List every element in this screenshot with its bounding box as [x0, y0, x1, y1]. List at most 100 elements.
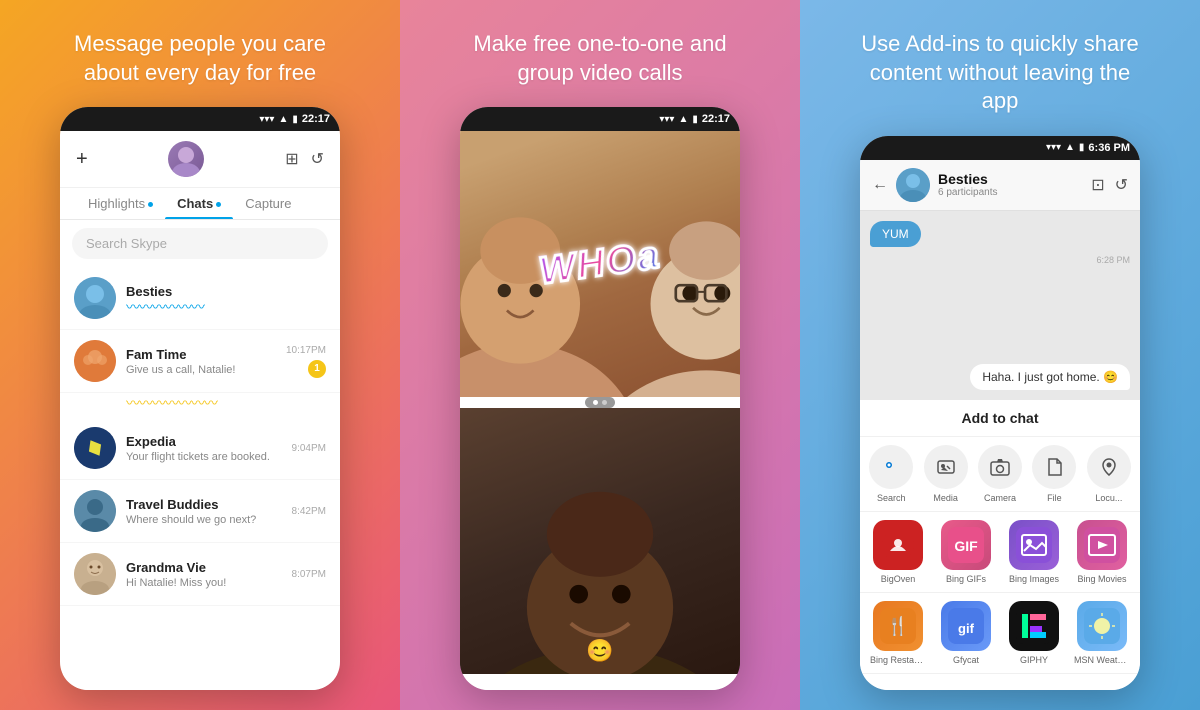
addon-gfycat[interactable]: gif Gfycat [934, 601, 998, 665]
addon-bigoven[interactable]: BigOven [866, 520, 930, 584]
giphy-icon [1009, 601, 1059, 651]
svg-text:🍴: 🍴 [887, 615, 909, 637]
chat-name-expedia: Expedia [126, 434, 282, 449]
chat-badge-famtime: 1 [308, 360, 326, 378]
avatar-grandma [74, 553, 116, 595]
chat-name-travel: Travel Buddies [126, 497, 282, 512]
chat-item-besties[interactable]: Besties 〰〰〰〰〰〰 [60, 267, 340, 330]
panel-video: Make free one-to-one and group video cal… [400, 0, 800, 710]
file-addon-icon [1032, 445, 1076, 489]
chat-list: Besties 〰〰〰〰〰〰 [60, 267, 340, 674]
chat-item-expedia[interactable]: Expedia Your flight tickets are booked. … [60, 417, 340, 480]
chat-wave-besties: 〰〰〰〰〰〰 [126, 301, 316, 313]
chat-info-besties: Besties 〰〰〰〰〰〰 [126, 284, 316, 313]
signal-icon-3: ▾▾▾ [1046, 142, 1061, 153]
chat-item-travel[interactable]: Travel Buddies Where should we go next? … [60, 480, 340, 543]
chat-preview-grandma: Hi Natalie! Miss you! [126, 577, 282, 589]
video-call-icon[interactable]: ⊡ [1091, 175, 1104, 195]
addon-bigoven-label: BigOven [881, 574, 916, 584]
smile-emoji: 😊 [586, 638, 613, 663]
highlights-dot [148, 202, 153, 207]
battery-icon-2: ▮ [692, 114, 698, 125]
video-bottom-person [460, 408, 740, 674]
svg-text:gif: gif [958, 621, 975, 636]
chat-name-grandma: Grandma Vie [126, 560, 282, 575]
call-icon[interactable]: ↺ [311, 149, 324, 169]
image-icon[interactable]: ⊞ [285, 149, 298, 169]
addon-binggifs-label: Bing GIFs [946, 574, 986, 584]
back-button[interactable]: ← [872, 176, 888, 194]
addon-msn[interactable]: MSN Weather [1070, 601, 1134, 665]
addon-restaurant[interactable]: 🍴 Bing Restaura... [866, 601, 930, 665]
addon-media[interactable]: Media [920, 445, 970, 503]
addon-location-label: Locu... [1095, 493, 1122, 503]
signal-icon-2: ▾▾▾ [659, 114, 674, 125]
addon-camera[interactable]: Camera [975, 445, 1025, 503]
phone-2: ▾▾▾ ▲ ▮ 22:17 [460, 107, 740, 690]
tab-capture[interactable]: Capture [233, 188, 303, 219]
chat-preview-famtime: Give us a call, Natalie! [126, 364, 276, 376]
chats-dot [216, 202, 221, 207]
panel-messaging: Message people you care about every day … [0, 0, 400, 710]
status-time-1: 22:17 [302, 113, 330, 125]
chat-title: Besties [938, 171, 1083, 187]
chat-time-famtime: 10:17PM [286, 345, 326, 356]
msn-icon [1077, 601, 1127, 651]
chat-preview-expedia: Your flight tickets are booked. [126, 451, 282, 463]
emoji-overlay: 😊 [586, 638, 613, 664]
chat-actions: ⊡ ↺ [1091, 175, 1128, 195]
chat-info-grandma: Grandma Vie Hi Natalie! Miss you! [126, 560, 282, 589]
addon-bingmovies-label: Bing Movies [1077, 574, 1126, 584]
binggifs-icon: GIF [941, 520, 991, 570]
location-addon-icon [1087, 445, 1131, 489]
chat-meta-grandma: 8:07PM [292, 569, 326, 580]
basic-addon-row: Search Media Camera [860, 437, 1140, 512]
tab-chats[interactable]: Chats [165, 188, 233, 219]
status-bar-1: ▾▾▾ ▲ ▮ 22:17 [60, 107, 340, 131]
tab-highlights[interactable]: Highlights [76, 188, 165, 219]
add-to-chat-header: Add to chat [860, 400, 1140, 437]
avatar[interactable] [168, 141, 204, 177]
chat-item-grandma[interactable]: Grandma Vie Hi Natalie! Miss you! 8:07PM [60, 543, 340, 606]
chat-info-expedia: Expedia Your flight tickets are booked. [126, 434, 282, 463]
app-addon-row-1: BigOven GIF Bing GIFs Bing Images [860, 512, 1140, 593]
addon-bingimages-label: Bing Images [1009, 574, 1059, 584]
call-icon-3[interactable]: ↺ [1115, 175, 1128, 195]
addon-restaurant-label: Bing Restaura... [870, 655, 926, 665]
phone-1-bottom [60, 674, 340, 690]
chat-item-famtime[interactable]: Fam Time Give us a call, Natalie! 10:17P… [60, 330, 340, 393]
addon-bingmovies[interactable]: Bing Movies [1070, 520, 1134, 584]
media-addon-icon [924, 445, 968, 489]
chat-title-area: Besties 6 participants [938, 171, 1083, 198]
addon-search[interactable]: Search [866, 445, 916, 503]
bingimages-icon [1009, 520, 1059, 570]
panel-2-title: Make free one-to-one and group video cal… [460, 30, 740, 87]
add-button[interactable]: + [76, 148, 88, 171]
msg-time-1: 6:28 PM [870, 255, 1130, 265]
search-addon-icon [869, 445, 913, 489]
phone-1: ▾▾▾ ▲ ▮ 22:17 + ⊞ ↺ Highlights [60, 107, 340, 690]
slide-indicators [585, 397, 615, 408]
msg-yum: YUM [870, 221, 921, 247]
addon-file-label: File [1047, 493, 1062, 503]
bigoven-icon [873, 520, 923, 570]
addon-giphy[interactable]: GIPHY [1002, 601, 1066, 665]
chat-time-grandma: 8:07PM [292, 569, 326, 580]
status-icons-2: ▾▾▾ ▲ ▮ [659, 114, 697, 125]
phone-3-bottom [860, 674, 1140, 690]
add-to-chat-panel: Add to chat Search Media [860, 400, 1140, 674]
addon-binggifs[interactable]: GIF Bing GIFs [934, 520, 998, 584]
addon-location[interactable]: Locu... [1084, 445, 1134, 503]
tabs-bar: Highlights Chats Capture [60, 188, 340, 220]
panel-1-title: Message people you care about every day … [60, 30, 340, 87]
wifi-icon-3: ▲ [1065, 142, 1075, 153]
wifi-icon: ▲ [278, 114, 288, 125]
header-icons: ⊞ ↺ [285, 149, 324, 169]
video-container: WHOa 😊 [460, 131, 740, 674]
chat-subtitle: 6 participants [938, 187, 1083, 198]
addon-file[interactable]: File [1029, 445, 1079, 503]
search-bar[interactable]: Search Skype [72, 228, 328, 259]
avatar-besties-3 [896, 168, 930, 202]
app-addon-row-2: 🍴 Bing Restaura... gif Gfycat GIPHY [860, 593, 1140, 674]
addon-bingimages[interactable]: Bing Images [1002, 520, 1066, 584]
